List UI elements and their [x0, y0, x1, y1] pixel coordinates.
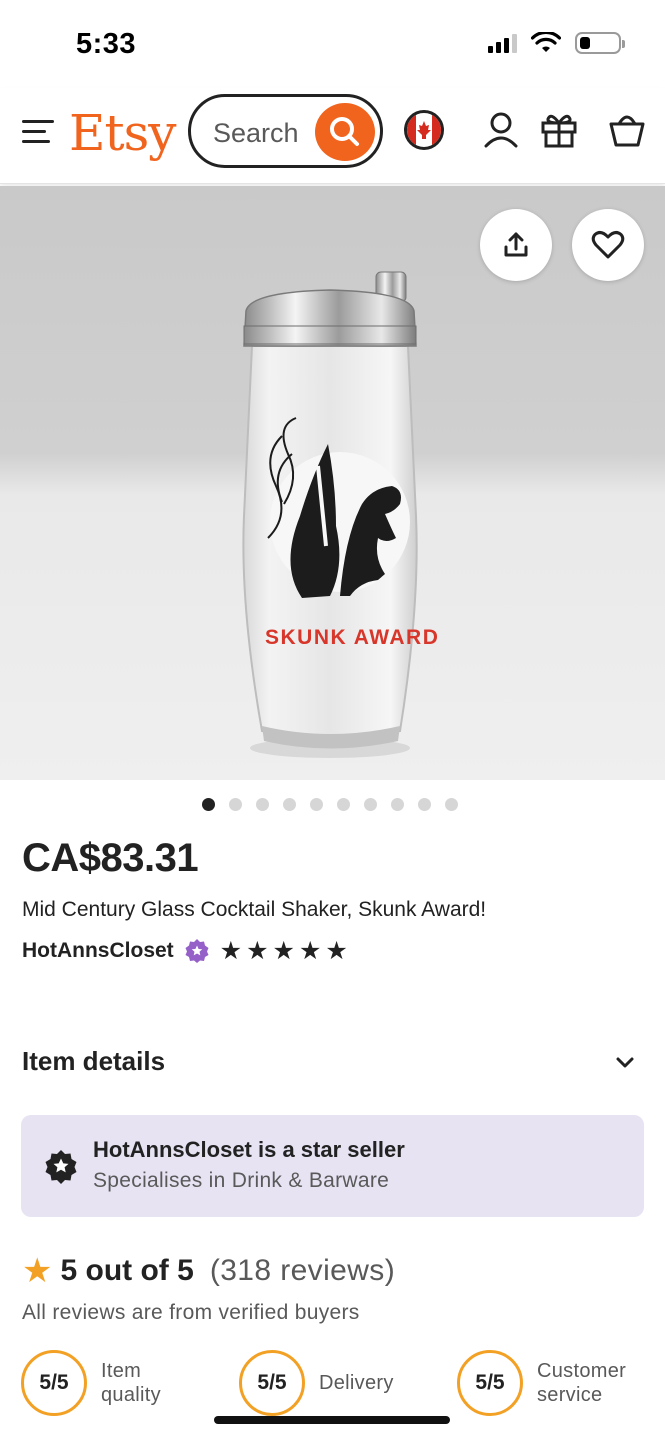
item-details-toggle[interactable]: Item details	[22, 1046, 642, 1080]
chevron-down-icon	[616, 1057, 634, 1068]
share-icon	[504, 232, 528, 257]
rating-star-icon: ★	[246, 937, 269, 965]
listing-price: CA$83.31	[22, 836, 199, 880]
reviews-summary: ★ 5 out of 5 (318 reviews)	[22, 1252, 395, 1290]
metric-label: Customer service	[537, 1360, 627, 1406]
rating-star-icon: ★	[298, 937, 322, 965]
gallery-dot[interactable]	[364, 798, 377, 811]
rating-star-icon: ★	[325, 937, 348, 965]
review-count[interactable]: (318 reviews)	[210, 1254, 395, 1288]
gallery-dot[interactable]	[283, 798, 296, 811]
share-button[interactable]	[480, 209, 552, 281]
search-icon	[330, 117, 359, 146]
gallery-dot[interactable]	[418, 798, 431, 811]
rating-text: 5 out of 5	[60, 1254, 194, 1287]
heart-icon	[591, 231, 625, 259]
status-bar: 5:33	[0, 0, 665, 88]
shop-rating-stars[interactable]: ★ ★ ★ ★ ★	[220, 938, 348, 964]
metric-delivery: 5/5 Delivery	[239, 1350, 394, 1416]
search-input[interactable]: Search	[188, 94, 383, 168]
search-placeholder: Search	[213, 118, 299, 148]
battery-level	[580, 37, 591, 49]
metric-score: 5/5	[239, 1350, 305, 1416]
search-button[interactable]	[315, 103, 375, 161]
metric-score: 5/5	[457, 1350, 523, 1416]
gallery-dot[interactable]	[310, 798, 323, 811]
gallery-dot[interactable]	[202, 798, 215, 811]
item-details-label: Item details	[22, 1046, 166, 1076]
wifi-icon	[531, 32, 561, 52]
app-header: Etsy Search	[0, 88, 665, 184]
cart-basket-icon[interactable]	[605, 108, 649, 152]
gallery-dot[interactable]	[229, 798, 242, 811]
rating-star-icon: ★	[219, 937, 243, 965]
star-seller-subtitle: Specialises in Drink & Barware	[93, 1169, 390, 1192]
metric-label: Item quality	[101, 1360, 161, 1406]
metric-item-quality: 5/5 Item quality	[21, 1350, 161, 1416]
menu-icon[interactable]	[22, 120, 54, 146]
star-seller-title: HotAnnsCloset is a star seller	[93, 1137, 405, 1162]
cellular-signal-icon	[488, 33, 517, 53]
metric-customer-service: 5/5 Customer service	[457, 1350, 626, 1416]
canada-flag-icon[interactable]	[404, 110, 444, 150]
home-indicator[interactable]	[214, 1416, 450, 1424]
rating-star-icon: ★	[22, 1252, 53, 1290]
cocktail-shaker-illustration: SKUNK AWARD	[242, 271, 439, 758]
status-time: 5:33	[76, 28, 137, 60]
status-icons	[488, 32, 625, 54]
metric-label: Delivery	[319, 1372, 394, 1394]
favorite-button[interactable]	[572, 209, 644, 281]
product-image[interactable]: SKUNK AWARD	[0, 186, 665, 780]
gallery-dot[interactable]	[445, 798, 458, 811]
battery-icon	[575, 32, 625, 54]
metric-score: 5/5	[21, 1350, 87, 1416]
gallery-pagination[interactable]	[202, 798, 458, 811]
account-icon[interactable]	[479, 108, 523, 152]
gallery-dot[interactable]	[391, 798, 404, 811]
shop-name-link[interactable]: HotAnnsCloset	[22, 939, 174, 963]
etsy-logo[interactable]: Etsy	[69, 104, 176, 162]
gallery-dot[interactable]	[337, 798, 350, 811]
rating-star-icon: ★	[272, 937, 295, 965]
verified-buyers-note: All reviews are from verified buyers	[22, 1301, 360, 1324]
shaker-award-text: SKUNK AWARD	[265, 626, 439, 649]
shop-info: HotAnnsCloset ★ ★ ★ ★ ★	[22, 938, 348, 964]
star-seller-icon	[45, 1150, 77, 1184]
listing-title: Mid Century Glass Cocktail Shaker, Skunk…	[22, 898, 487, 921]
star-seller-badge-icon	[185, 939, 209, 963]
gift-icon[interactable]	[537, 108, 581, 152]
gallery-dot[interactable]	[256, 798, 269, 811]
star-seller-panel: HotAnnsCloset is a star seller Specialis…	[21, 1115, 644, 1217]
